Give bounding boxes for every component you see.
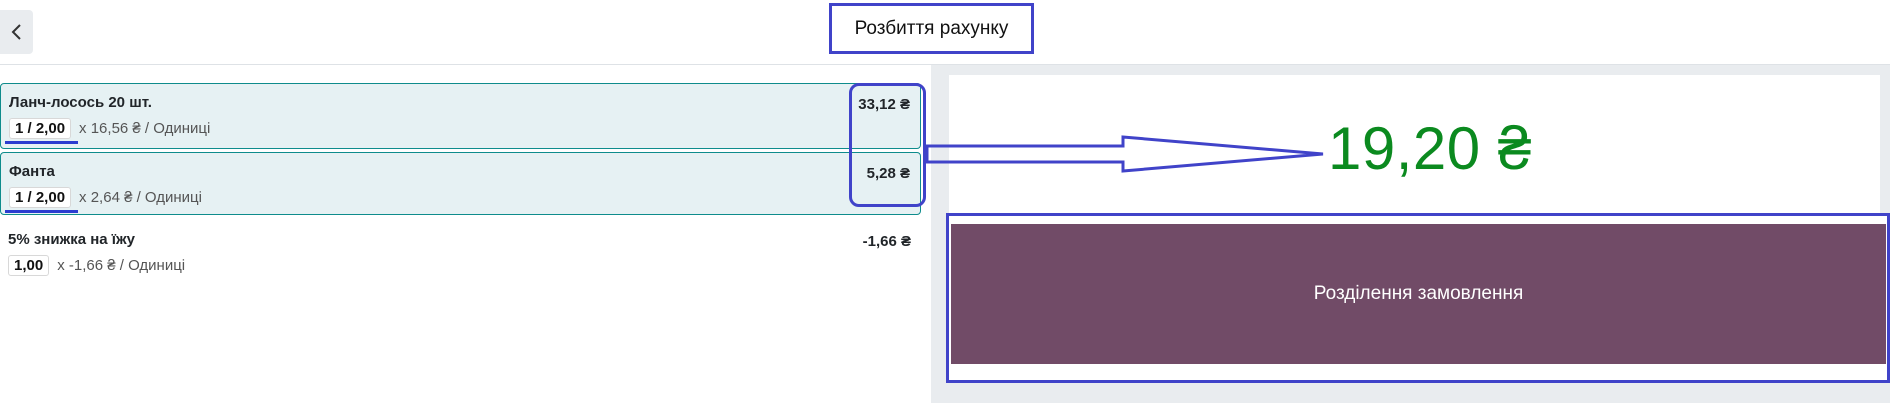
- line-quantity: 1 / 2,00: [5, 118, 79, 144]
- line-product-name: Ланч-лосось 20 шт.: [9, 94, 152, 111]
- order-line[interactable]: Ланч-лосось 20 шт. 1 / 2,00 x 16,56 ₴ / …: [0, 83, 921, 149]
- split-total: 19,20 ₴: [1328, 115, 1532, 182]
- line-unit-info: x 2,64 ₴ / Одиниці: [79, 189, 202, 206]
- line-unit-info: x -1,66 ₴ / Одиниці: [57, 257, 186, 274]
- line-unit-info: x 16,56 ₴ / Одиниці: [79, 120, 211, 137]
- line-quantity: 1 / 2,00: [5, 187, 79, 213]
- header: Розбиття рахунку: [0, 0, 1890, 65]
- chevron-left-icon: [11, 24, 21, 40]
- price-highlight: [849, 83, 926, 207]
- line-price: -1,66 ₴: [862, 233, 911, 250]
- order-line[interactable]: Фанта 1 / 2,00 x 2,64 ₴ / Одиниці 5,28 ₴: [0, 152, 921, 215]
- page-title: Розбиття рахунку: [829, 3, 1034, 54]
- split-order-button[interactable]: Розділення замовлення: [951, 224, 1886, 364]
- back-button[interactable]: [0, 10, 33, 54]
- line-quantity: 1,00: [8, 255, 50, 276]
- line-product-name: 5% знижка на їжу: [8, 231, 136, 248]
- order-line[interactable]: 5% знижка на їжу 1,00 x -1,66 ₴ / Одиниц…: [0, 221, 921, 281]
- arrow-icon: [925, 135, 1324, 173]
- order-lines-panel: Ланч-лосось 20 шт. 1 / 2,00 x 16,56 ₴ / …: [0, 65, 930, 403]
- line-product-name: Фанта: [9, 163, 55, 180]
